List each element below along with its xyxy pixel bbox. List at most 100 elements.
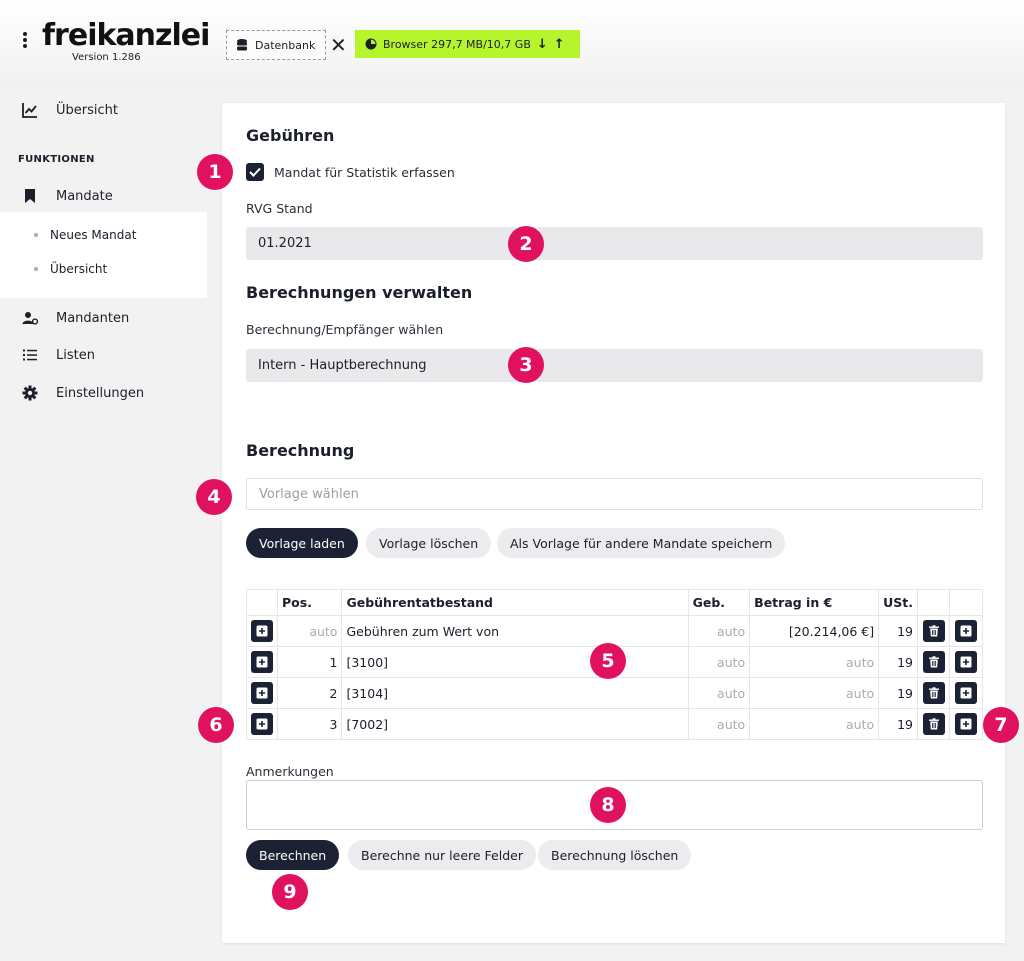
bullet-icon xyxy=(34,267,38,271)
statistics-checkbox[interactable] xyxy=(246,163,264,181)
pos-cell[interactable]: 1 xyxy=(276,646,343,678)
template-input[interactable] xyxy=(246,478,983,510)
amount-cell[interactable]: [20.214,06 €] xyxy=(749,615,880,647)
sidebar-item-overview[interactable]: Übersicht xyxy=(0,92,207,128)
trash-icon xyxy=(928,625,939,637)
calculate-button[interactable]: Berechnen xyxy=(246,840,340,870)
rvg-label: RVG Stand xyxy=(246,201,313,216)
trash-icon xyxy=(928,687,939,699)
statistics-checkbox-label: Mandat für Statistik erfassen xyxy=(274,165,455,180)
sidebar-item-listen[interactable]: Listen xyxy=(0,337,207,373)
notes-label: Anmerkungen xyxy=(246,764,334,779)
sidebar-item-label: Einstellungen xyxy=(56,385,145,401)
plus-square-icon xyxy=(960,687,972,699)
sidebar-item-label: Mandate xyxy=(56,188,113,204)
insert-row-above-button[interactable] xyxy=(251,713,273,735)
ust-cell[interactable]: 19 xyxy=(878,708,919,740)
sidebar-item-einstellungen[interactable]: Einstellungen xyxy=(0,375,207,411)
sidebar-item-mandanten[interactable]: Mandanten xyxy=(0,300,207,336)
storage-pie-icon xyxy=(365,38,377,50)
insert-row-below-button[interactable] xyxy=(954,651,977,673)
plus-square-icon xyxy=(256,656,268,668)
ust-cell[interactable]: 19 xyxy=(878,646,919,678)
browser-storage-label: Browser 297,7 MB/10,7 GB xyxy=(383,37,531,51)
bullet-icon xyxy=(34,233,38,237)
annotation-marker-1: 1 xyxy=(197,154,233,190)
plus-square-icon xyxy=(256,718,268,730)
annotation-marker-2: 2 xyxy=(508,226,544,262)
pos-cell[interactable]: 3 xyxy=(276,708,343,740)
plus-square-icon xyxy=(256,687,268,699)
insert-row-below-button[interactable] xyxy=(954,682,977,704)
insert-row-above-button[interactable] xyxy=(251,620,273,642)
fee-description-cell[interactable]: [3100] xyxy=(341,646,689,678)
list-icon xyxy=(23,349,37,361)
trash-icon xyxy=(928,718,939,730)
geb-cell[interactable]: auto xyxy=(687,646,751,678)
column-header xyxy=(948,589,984,616)
insert-row-above-button[interactable] xyxy=(251,651,273,673)
calculation-title: Berechnung xyxy=(246,441,355,460)
database-button[interactable]: Datenbank xyxy=(226,30,327,60)
upload-arrow-icon[interactable]: ↑ xyxy=(554,37,565,52)
pos-cell[interactable]: auto xyxy=(276,615,343,647)
annotation-marker-7: 7 xyxy=(983,707,1019,743)
save-template-button[interactable]: Als Vorlage für andere Mandate speichern xyxy=(497,528,786,558)
rvg-select[interactable]: 01.2021 xyxy=(246,227,983,260)
table-row: auto Gebühren zum Wert von auto [20.214,… xyxy=(246,615,984,647)
sidebar-subitem-label: Übersicht xyxy=(50,262,108,276)
fee-description-cell[interactable]: [7002] xyxy=(341,708,689,740)
annotation-marker-5: 5 xyxy=(590,643,626,679)
sidebar-item-mandate[interactable]: Mandate xyxy=(0,178,207,214)
load-template-button[interactable]: Vorlage laden xyxy=(246,528,358,558)
database-icon xyxy=(237,39,247,51)
plus-square-icon xyxy=(960,656,972,668)
table-header-row: Pos. Gebührentatbestand Geb. Betrag in €… xyxy=(246,589,984,616)
delete-row-button[interactable] xyxy=(922,620,945,642)
delete-template-button[interactable]: Vorlage löschen xyxy=(366,528,492,558)
manage-calculations-title: Berechnungen verwalten xyxy=(246,283,473,302)
delete-row-button[interactable] xyxy=(922,682,945,704)
fee-description-cell[interactable]: [3104] xyxy=(341,677,689,709)
download-arrow-icon[interactable]: ↓ xyxy=(537,37,548,52)
ust-cell[interactable]: 19 xyxy=(878,677,919,709)
delete-row-button[interactable] xyxy=(922,713,945,735)
annotation-marker-9: 9 xyxy=(272,874,308,910)
sidebar-section-label: FUNKTIONEN xyxy=(18,154,95,165)
delete-calculation-button[interactable]: Berechnung löschen xyxy=(538,840,692,870)
recipient-select[interactable]: Intern - Hauptberechnung xyxy=(246,349,983,382)
column-header-amount: Betrag in € xyxy=(749,589,880,616)
fee-description-cell[interactable]: Gebühren zum Wert von xyxy=(341,615,689,647)
geb-cell[interactable]: auto xyxy=(687,615,751,647)
geb-cell[interactable]: auto xyxy=(687,677,751,709)
delete-row-button[interactable] xyxy=(922,651,945,673)
annotation-marker-3: 3 xyxy=(508,347,544,383)
app-header: freikanzlei Version 1.286 Datenbank ✕ Br… xyxy=(0,0,1024,90)
app-version: Version 1.286 xyxy=(72,52,141,63)
user-settings-icon xyxy=(22,312,38,325)
browser-storage-button[interactable]: Browser 297,7 MB/10,7 GB ↓ ↑ xyxy=(355,30,580,58)
amount-cell[interactable]: auto xyxy=(749,677,880,709)
column-header-geb: Geb. xyxy=(687,589,751,616)
insert-row-above-button[interactable] xyxy=(251,682,273,704)
sidebar-item-label: Mandanten xyxy=(56,310,130,326)
annotation-marker-6: 6 xyxy=(198,707,234,743)
pos-cell[interactable]: 2 xyxy=(276,677,343,709)
close-icon[interactable]: ✕ xyxy=(330,33,347,57)
insert-row-below-button[interactable] xyxy=(954,713,977,735)
table-row: 2 [3104] auto auto 19 xyxy=(246,677,984,709)
calculate-empty-fields-button[interactable]: Berechne nur leere Felder xyxy=(348,840,536,870)
sidebar-subitem-new-mandate[interactable]: Neues Mandat xyxy=(34,228,136,242)
sidebar-subitem-overview[interactable]: Übersicht xyxy=(34,262,107,276)
column-header xyxy=(246,589,278,616)
geb-cell[interactable]: auto xyxy=(687,708,751,740)
annotation-marker-8: 8 xyxy=(590,787,626,823)
amount-cell[interactable]: auto xyxy=(749,646,880,678)
column-header-pos: Pos. xyxy=(276,589,343,616)
insert-row-below-button[interactable] xyxy=(954,620,977,642)
amount-cell[interactable]: auto xyxy=(749,708,880,740)
sidebar-item-label: Listen xyxy=(56,347,95,363)
plus-square-icon xyxy=(960,625,972,637)
ust-cell[interactable]: 19 xyxy=(878,615,919,647)
more-menu-icon[interactable] xyxy=(20,32,30,50)
